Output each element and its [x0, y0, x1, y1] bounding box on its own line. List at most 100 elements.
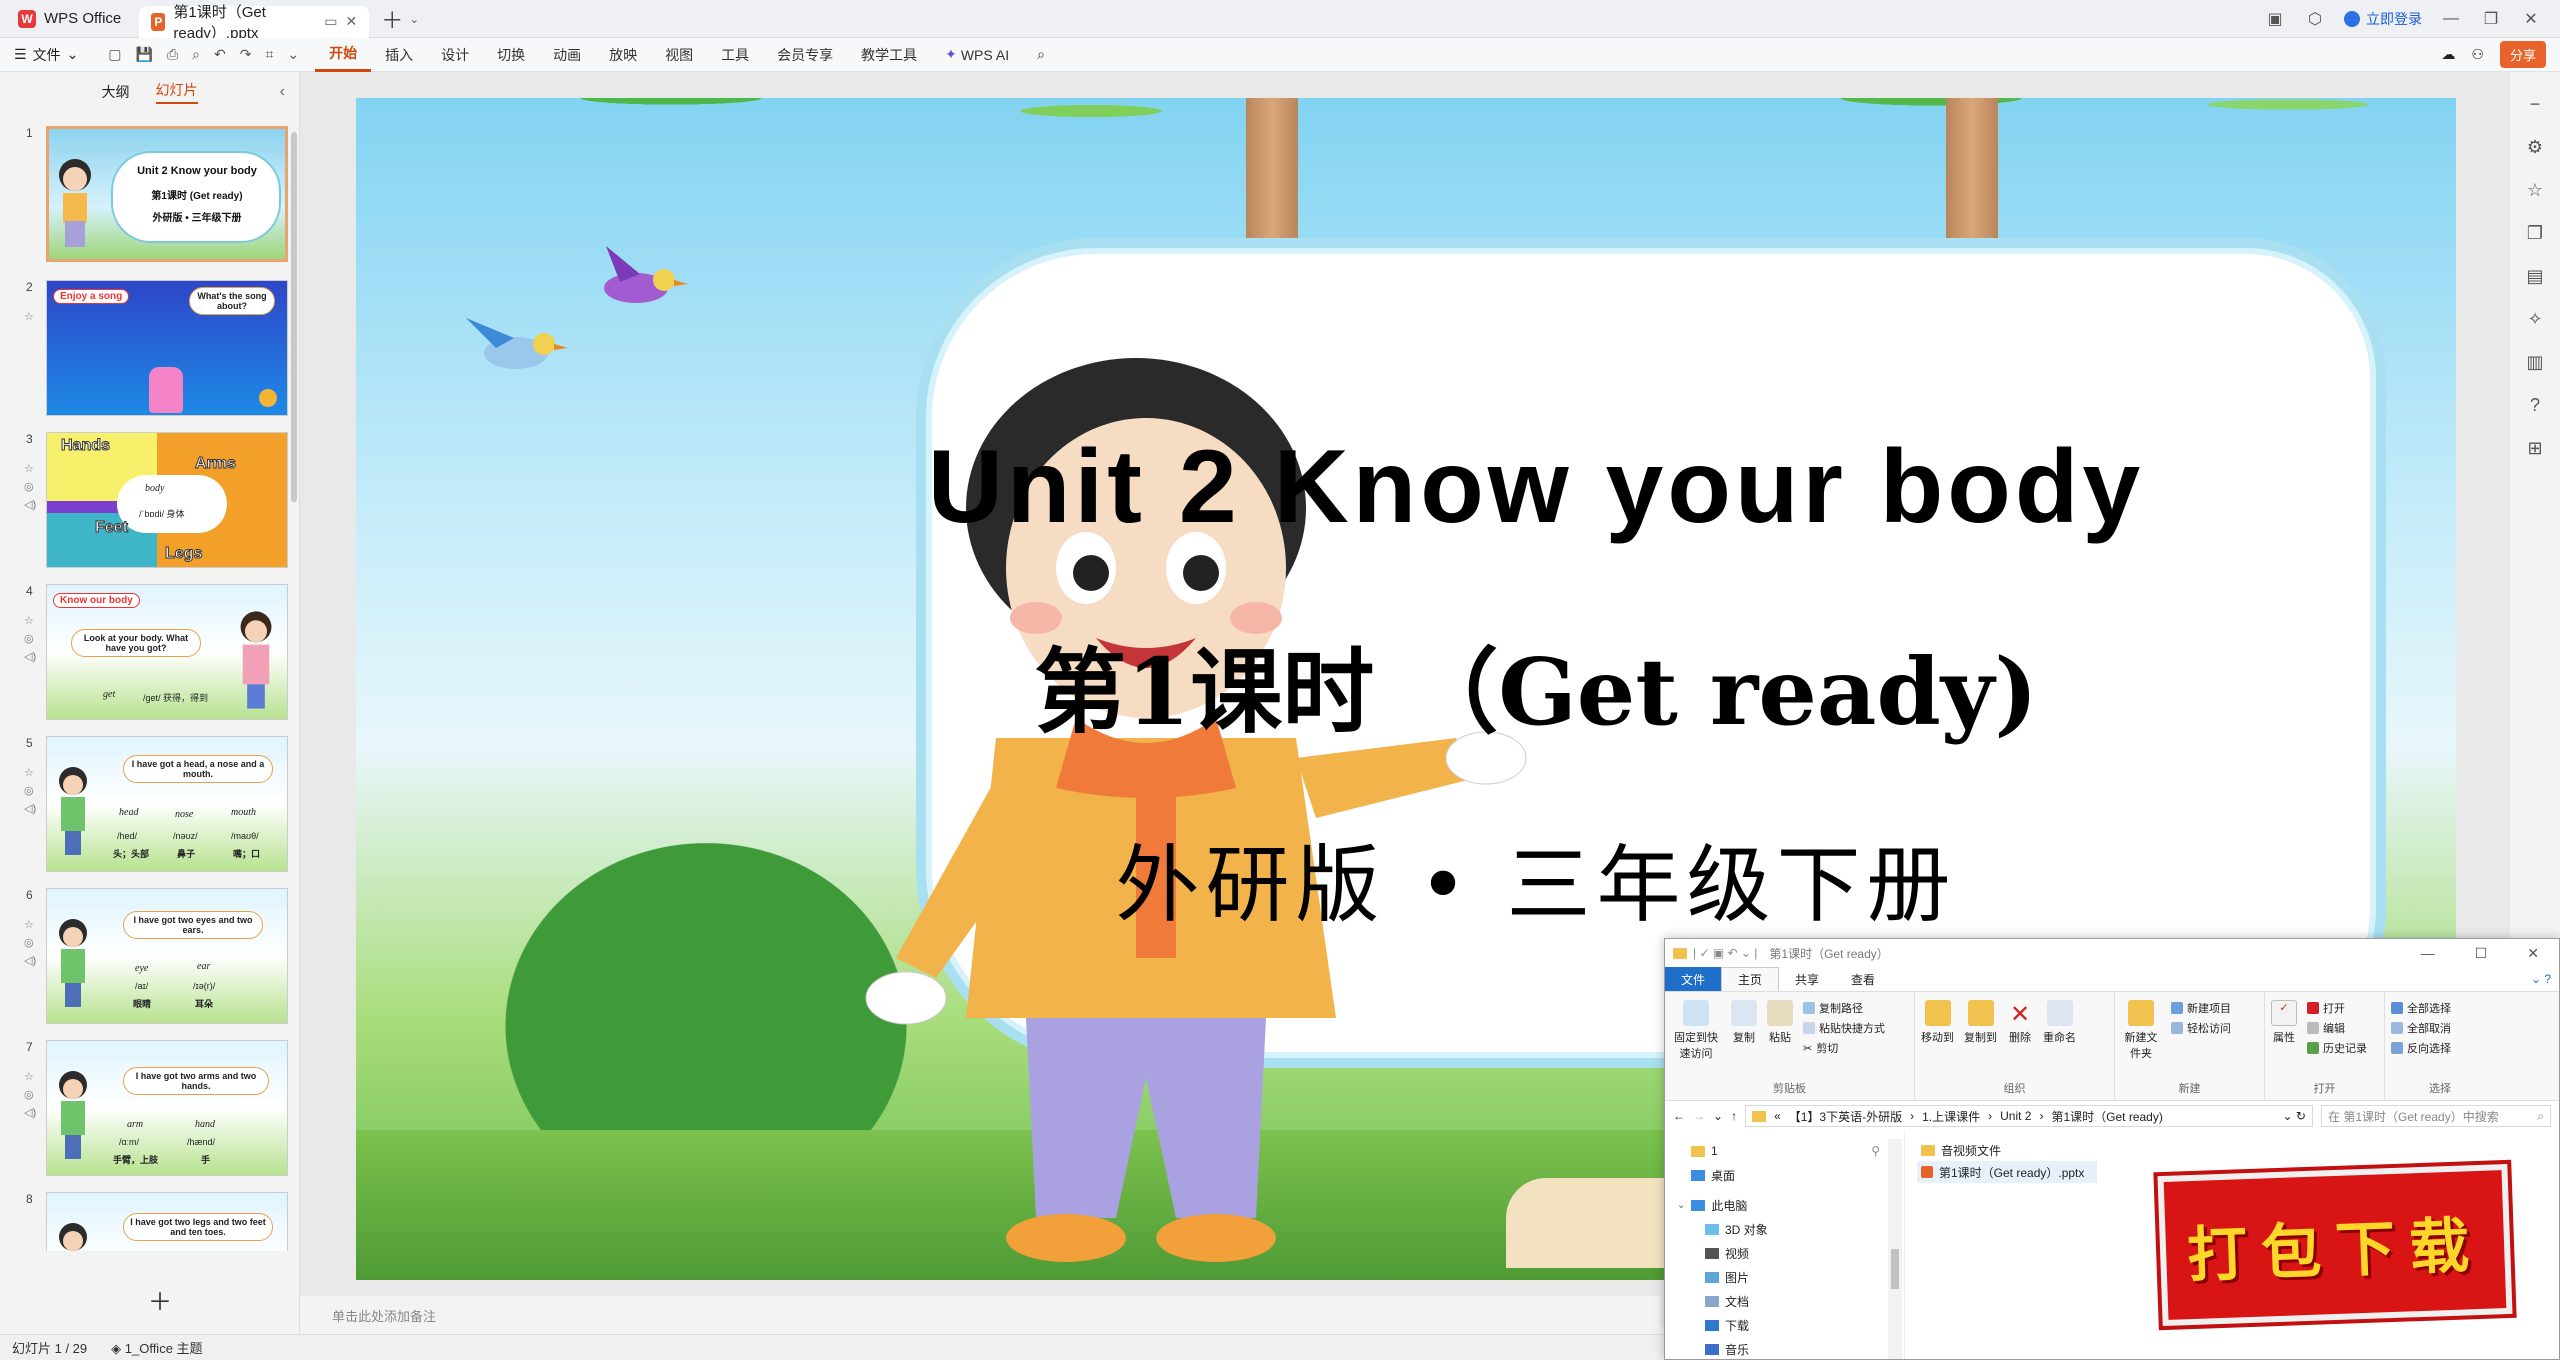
nav-item-documents[interactable]: 文档 — [1665, 1289, 1904, 1313]
explorer-tab-view[interactable]: 查看 — [1835, 967, 1891, 991]
slide-thumbnail-7[interactable]: I have got two arms and two hands. arm h… — [46, 1040, 288, 1176]
thumbnail-scrollbar[interactable] — [291, 132, 297, 502]
new-item-button[interactable]: 新建项目 — [2171, 1000, 2231, 1016]
slide-title[interactable]: Unit 2 Know your body — [676, 428, 2396, 547]
thumb-audio-icon[interactable]: ◁) — [24, 800, 36, 818]
close-window-button[interactable]: ✕ — [2520, 9, 2542, 29]
document-tab[interactable]: P 第1课时（Get ready）.pptx ▭ ✕ — [139, 4, 370, 42]
play-icon[interactable] — [259, 389, 277, 407]
breadcrumb-item[interactable]: 1.上课课件 — [1922, 1108, 1980, 1125]
search-icon[interactable]: ⌕ — [1023, 38, 1059, 72]
thumb-animation-icon[interactable]: ◎ — [24, 478, 36, 496]
tab-list-chevron-icon[interactable]: ⌄ — [409, 12, 419, 26]
new-folder-button[interactable]: 新建文件夹 — [2121, 1000, 2161, 1061]
share-button[interactable]: 分享 — [2499, 41, 2546, 68]
up-arrow-icon[interactable]: ↑ — [1731, 1109, 1737, 1123]
breadcrumb-item[interactable]: Unit 2 — [2000, 1109, 2031, 1123]
slide-thumbnail-6[interactable]: I have got two eyes and two ears. eye ea… — [46, 888, 288, 1024]
menu-tools[interactable]: 工具 — [707, 38, 763, 72]
file-item-pptx[interactable]: 第1课时（Get ready）.pptx — [1917, 1161, 2097, 1183]
grid-icon[interactable]: ⊞ — [2527, 438, 2542, 459]
thumb-animation-icon[interactable]: ◎ — [24, 934, 36, 952]
star-icon[interactable]: ☆ — [2527, 180, 2543, 201]
thumb-audio-icon[interactable]: ◁) — [24, 1104, 36, 1122]
nav-item-downloads[interactable]: 下载 — [1665, 1313, 1904, 1337]
undo-icon[interactable]: ↶ — [214, 46, 226, 63]
thumb-star-icon[interactable]: ☆ — [24, 460, 36, 478]
file-menu[interactable]: ☰ 文件 ⌄ — [0, 45, 92, 65]
slide-subtitle[interactable]: 第1课时 （Get ready) — [676, 618, 2396, 751]
thumb-audio-icon[interactable]: ◁) — [24, 496, 36, 514]
nav-item-pictures[interactable]: 图片 — [1665, 1265, 1904, 1289]
select-all-button[interactable]: 全部选择 — [2391, 1000, 2489, 1016]
add-slide-button[interactable]: ＋ — [148, 1282, 172, 1317]
thumb-star-icon[interactable]: ☆ — [24, 764, 36, 782]
minimize-button[interactable]: — — [2440, 10, 2462, 28]
menu-teaching-tools[interactable]: 教学工具 — [847, 38, 931, 72]
menu-insert[interactable]: 插入 — [371, 38, 427, 72]
nav-item-folder[interactable]: 1 ⚲ — [1665, 1139, 1904, 1163]
download-badge[interactable]: 打包下载 — [2157, 1163, 2513, 1327]
monitor-icon[interactable]: ▭ — [324, 13, 337, 30]
open-button[interactable]: 打开 — [2307, 1000, 2367, 1016]
copy-path-button[interactable]: 复制路径 — [1803, 1000, 1885, 1016]
menu-wps-ai[interactable]: ✦ WPS AI — [931, 38, 1023, 72]
menu-slideshow[interactable]: 放映 — [595, 38, 651, 72]
forward-arrow-icon[interactable]: → — [1693, 1109, 1705, 1123]
quick-access-icons[interactable]: | ✓ ▣ ↶ ⌄ | — [1693, 946, 1757, 960]
nav-item-3d-objects[interactable]: 3D 对象 — [1665, 1217, 1904, 1241]
properties-button[interactable]: ✓ 属性 — [2271, 1000, 2297, 1056]
collab-icon[interactable]: ⚇ — [2471, 46, 2484, 63]
explorer-search-input[interactable]: 在 第1课时（Get ready）中搜索 ⌕ — [2321, 1105, 2551, 1127]
restore-button[interactable]: ❐ — [2480, 9, 2502, 29]
nav-item-music[interactable]: 音乐 — [1665, 1337, 1904, 1360]
explorer-maximize-button[interactable]: ☐ — [2475, 945, 2488, 962]
menu-view[interactable]: 视图 — [651, 38, 707, 72]
notes-area[interactable]: 单击此处添加备注 — [300, 1296, 1660, 1334]
paste-shortcut-button[interactable]: 粘贴快捷方式 — [1803, 1020, 1885, 1036]
layout-icon[interactable]: ▣ — [2264, 9, 2286, 29]
recent-chevron-icon[interactable]: ⌄ — [1713, 1109, 1723, 1123]
history-button[interactable]: 历史记录 — [2307, 1040, 2367, 1056]
thumb-audio-icon[interactable]: ◁) — [24, 648, 36, 666]
nav-item-desktop[interactable]: 桌面 — [1665, 1163, 1904, 1187]
thumb-audio-icon[interactable]: ◁) — [24, 952, 36, 970]
more-chevron-icon[interactable]: ⌄ — [287, 46, 299, 63]
pin-quick-access-button[interactable]: 固定到快速访问 — [1671, 1000, 1721, 1061]
format-painter-icon[interactable]: ⌗ — [265, 46, 273, 63]
new-doc-icon[interactable]: ▢ — [108, 46, 121, 63]
menu-home[interactable]: 开始 — [315, 38, 372, 72]
explorer-tab-share[interactable]: 共享 — [1779, 967, 1835, 991]
new-tab-button[interactable]: ＋ — [381, 3, 403, 35]
invert-selection-button[interactable]: 反向选择 — [2391, 1040, 2489, 1056]
file-item-folder[interactable]: 音视频文件 — [1917, 1139, 2547, 1161]
save-icon[interactable]: 💾 — [136, 46, 153, 63]
menu-design[interactable]: 设计 — [427, 38, 483, 72]
gallery-icon[interactable]: ▤ — [2526, 266, 2543, 287]
edit-button[interactable]: 编辑 — [2307, 1020, 2367, 1036]
slide-thumbnail-5[interactable]: I have got a head, a nose and a mouth. h… — [46, 736, 288, 872]
breadcrumb-overflow[interactable]: « — [1774, 1109, 1781, 1123]
menu-transition[interactable]: 切换 — [483, 38, 539, 72]
slide-thumbnail-2[interactable]: Enjoy a song What's the song about? — [46, 280, 288, 416]
cut-button[interactable]: ✂ 剪切 — [1803, 1040, 1885, 1056]
menu-member[interactable]: 会员专享 — [763, 38, 847, 72]
collapse-panel-icon[interactable]: ‹ — [280, 83, 285, 101]
address-bar[interactable]: « 【1】3下英语-外研版 › 1.上课课件 › Unit 2 › 第1课时（Get … — [1745, 1105, 2313, 1127]
thumb-star-icon[interactable]: ☆ — [24, 1068, 36, 1086]
menu-animation[interactable]: 动画 — [539, 38, 595, 72]
redo-icon[interactable]: ↷ — [240, 46, 252, 63]
nav-scrollbar[interactable] — [1888, 1139, 1902, 1359]
slide-thumbnail-8[interactable]: I have got two legs and two feet and ten… — [46, 1192, 288, 1251]
paste-button[interactable]: 粘贴 — [1767, 1000, 1793, 1061]
minus-icon[interactable]: − — [2530, 94, 2541, 115]
nav-item-this-pc[interactable]: ⌄ 此电脑 — [1665, 1193, 1904, 1217]
slide-thumbnail-4[interactable]: Know our body Look at your body. What ha… — [46, 584, 288, 720]
breadcrumb-item[interactable]: 第1课时（Get ready) — [2051, 1108, 2162, 1125]
delete-button[interactable]: ✕ 删除 — [2007, 1000, 2033, 1045]
theme-name[interactable]: ◈ 1_Office 主题 — [111, 1338, 202, 1357]
thumb-star-icon[interactable]: ☆ — [24, 612, 36, 630]
explorer-tab-home[interactable]: 主页 — [1721, 967, 1780, 991]
tab-outline[interactable]: 大纲 — [102, 82, 130, 102]
easy-access-button[interactable]: 轻松访问 — [2171, 1020, 2231, 1036]
